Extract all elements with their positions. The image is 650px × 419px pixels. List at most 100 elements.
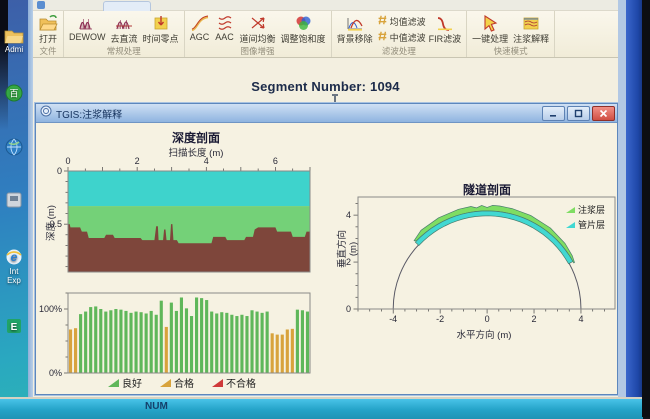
tunnel-chart-x-axis-label: 水平方向 (m)	[336, 327, 632, 341]
num-lock-indicator: NUM	[145, 401, 168, 412]
monitor-bezel	[642, 0, 650, 417]
median-filter-button[interactable]: 中值滤波	[376, 30, 426, 44]
bar-legend: 良好合格不合格	[40, 375, 324, 390]
maximize-button[interactable]	[567, 106, 590, 121]
minimize-button[interactable]	[542, 106, 565, 121]
background-removal-button[interactable]: 背景移除	[335, 12, 375, 46]
desktop-icon-network-globe[interactable]	[1, 138, 27, 157]
bar	[129, 313, 132, 373]
window-right-border-light	[618, 0, 626, 397]
tunnel-chart-y-axis-label: 垂直方向 (m)	[332, 227, 360, 271]
trace-equalize-button[interactable]: 道间均衡	[238, 12, 278, 46]
bar	[185, 308, 188, 373]
oneclick-icon	[480, 13, 500, 32]
child-window-title: TGIS:注浆解释	[56, 106, 122, 121]
ribbon-group-label: 滤波处理	[335, 46, 464, 57]
aac-button[interactable]: AAC	[213, 12, 237, 46]
ribbon-group-label: 常规处理	[67, 46, 181, 57]
tgis-child-window: TGIS:注浆解释 深度剖面 扫描长度 (m) 深度 (m) 024600.5 …	[35, 103, 618, 395]
fir-filter-button[interactable]: FIR滤波	[427, 12, 464, 46]
svg-text:0: 0	[57, 166, 62, 176]
segment-number-label: Segment Number: 1094	[33, 79, 618, 94]
saturation-button[interactable]: 调整饱和度	[279, 12, 328, 46]
bar	[175, 311, 178, 373]
chart-area: 深度剖面 扫描长度 (m) 深度 (m) 024600.5 100%0% 良好合…	[36, 123, 615, 392]
bar	[74, 328, 77, 373]
svg-text:4: 4	[346, 210, 351, 220]
bar	[220, 312, 223, 373]
saturation-icon	[293, 13, 313, 32]
dewow-button[interactable]: DEWOW	[67, 12, 108, 46]
bar	[140, 312, 143, 373]
fir-icon	[435, 13, 455, 32]
bar	[291, 329, 294, 373]
dewow-icon	[77, 13, 97, 32]
desktop-icon-internet-explorer[interactable]: eIntExp	[1, 248, 27, 285]
agc-button[interactable]: AGC	[188, 12, 212, 46]
bar	[155, 315, 158, 373]
svg-text:0: 0	[485, 314, 490, 324]
bar	[250, 310, 253, 373]
ribbon-group-label: 图像增强	[188, 46, 328, 57]
interpret-icon	[521, 13, 541, 32]
bar	[245, 316, 248, 373]
desktop-icon-excel[interactable]: E	[1, 318, 27, 335]
bar	[296, 310, 299, 373]
timezero-icon	[151, 13, 171, 32]
ribbon: 打开文件DEWOW去直流时间零点常规处理AGCAAC道间均衡调整饱和度图像增强背…	[33, 11, 618, 58]
ribbon-tabstrip	[33, 0, 618, 11]
aac-icon	[215, 13, 235, 32]
bar	[89, 307, 92, 373]
legend-item: 注浆层	[566, 203, 605, 216]
ribbon-tab[interactable]	[103, 1, 151, 11]
child-titlebar[interactable]: TGIS:注浆解释	[36, 104, 617, 123]
bar	[235, 316, 238, 373]
mean-filter-button[interactable]: 均值滤波	[376, 14, 426, 28]
time-zero-button[interactable]: 时间零点	[141, 12, 181, 46]
bar	[225, 313, 228, 373]
percent-bar-plot: 100%0%	[40, 289, 324, 377]
bar	[170, 303, 173, 373]
main-content: Segment Number: 1094 TGIS:注浆解释 深度剖面 扫描长度…	[33, 58, 618, 397]
svg-text:-2: -2	[436, 314, 444, 324]
svg-text:0: 0	[65, 156, 70, 166]
ribbon-group: 一键处理注浆解释快速模式	[467, 11, 555, 57]
agc-icon	[190, 13, 210, 32]
open-icon	[38, 13, 58, 32]
svg-text:100%: 100%	[39, 304, 62, 314]
legend-item: 管片层	[566, 218, 605, 231]
bar	[84, 312, 87, 373]
ribbon-group-label: 快速模式	[470, 46, 551, 57]
bar	[119, 310, 122, 373]
close-button[interactable]	[592, 106, 615, 121]
bar	[94, 306, 97, 373]
bar	[230, 315, 233, 373]
window-icon	[40, 104, 52, 122]
bar	[200, 298, 203, 373]
bar	[79, 314, 82, 373]
app-icon	[37, 1, 45, 9]
bar	[276, 335, 279, 373]
bar	[255, 312, 258, 373]
svg-text:4: 4	[204, 156, 209, 166]
bar	[286, 329, 289, 373]
desktop-icon-user-folder[interactable]: Admi	[1, 28, 27, 54]
bar	[180, 297, 183, 373]
remove-dc-button[interactable]: 去直流	[109, 12, 140, 46]
bar	[240, 315, 243, 373]
bar	[306, 312, 309, 373]
bar	[104, 312, 107, 373]
bar	[205, 300, 208, 373]
grouting-interpret-button[interactable]: 注浆解释	[511, 12, 551, 46]
svg-text:2: 2	[532, 314, 537, 324]
desktop-icon-app-gray[interactable]	[1, 192, 27, 209]
open-button[interactable]: 打开	[36, 12, 60, 46]
equalize-icon	[248, 13, 268, 32]
bar	[109, 310, 112, 373]
monitor-bezel-corner	[0, 0, 8, 130]
desktop-icon-baidu[interactable]: 百	[1, 84, 27, 103]
bgremove-icon	[345, 13, 365, 32]
one-click-process-button[interactable]: 一键处理	[470, 12, 510, 46]
svg-text:4: 4	[578, 314, 583, 324]
legend-item: 不合格	[212, 375, 256, 390]
